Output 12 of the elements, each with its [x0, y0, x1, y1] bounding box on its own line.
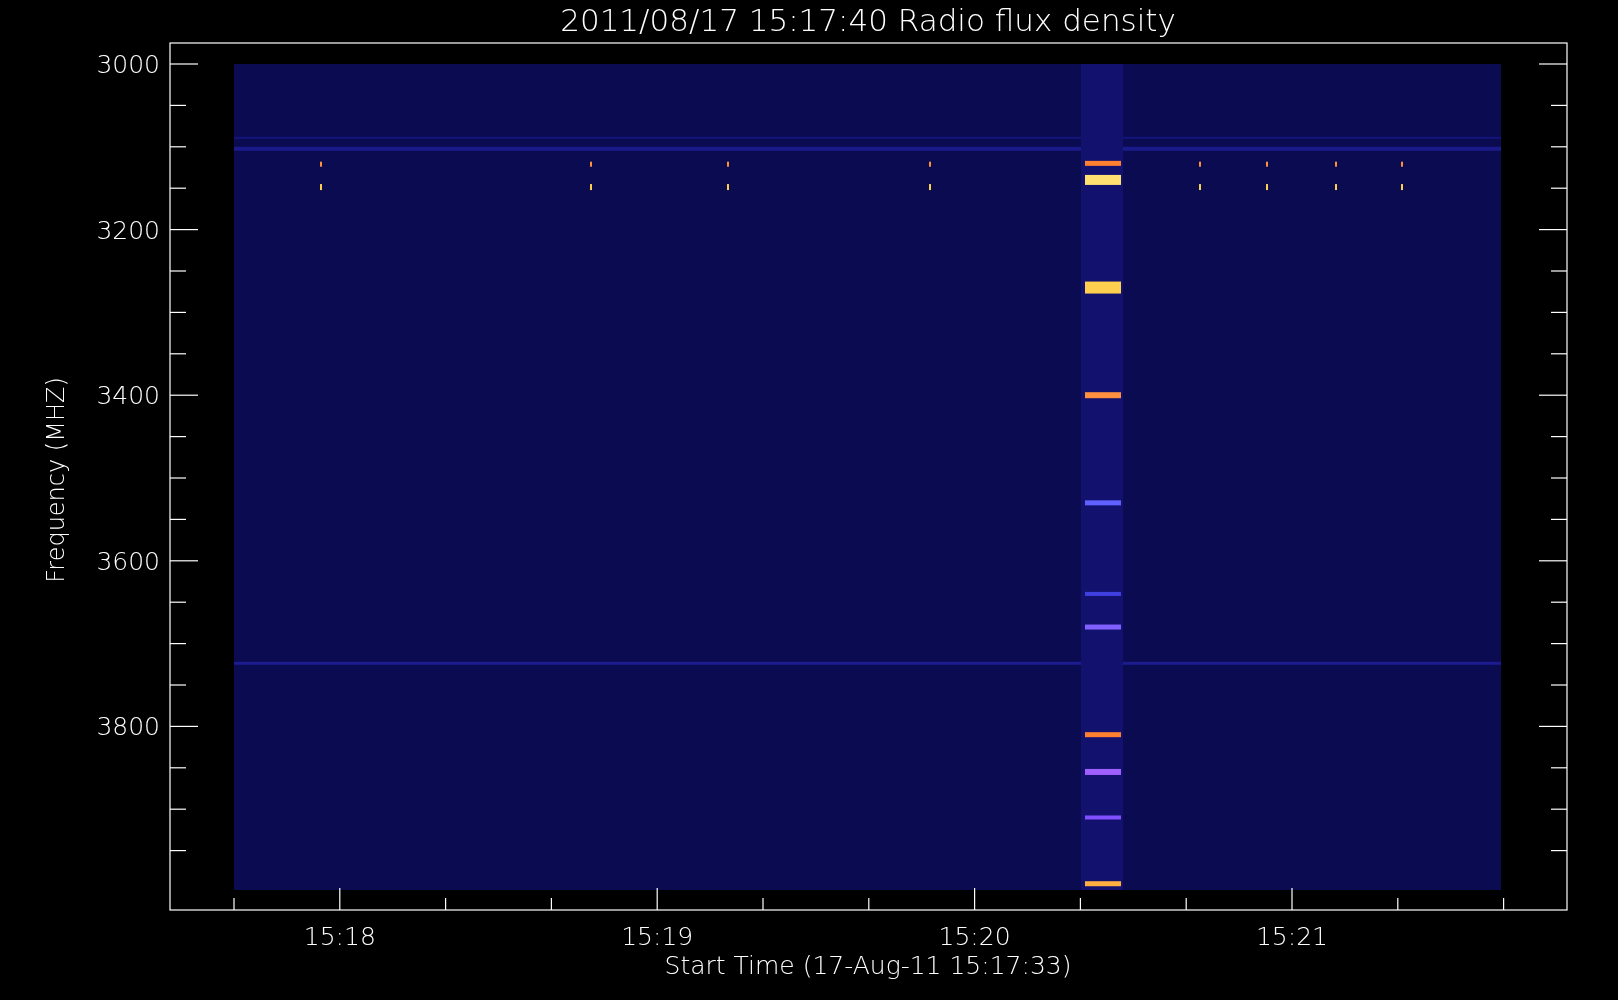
tick-label: 3800 [96, 712, 160, 742]
tick-label: 15:19 [621, 922, 694, 951]
axis-label: Start Time (17-Aug-11 15:17:33) [664, 951, 1072, 980]
tick-label: 3400 [96, 381, 160, 411]
axis-label: Frequency (MHZ) [42, 377, 70, 583]
tick-label: 15:21 [1256, 922, 1328, 951]
tick-label: 15:20 [938, 922, 1011, 951]
tick-label: 3600 [96, 546, 160, 576]
tick-label: 3000 [96, 50, 160, 79]
tick-label: 3200 [96, 215, 160, 245]
chart-title: 2011/08/17 15:17:40 Radio flux density [560, 2, 1176, 38]
tick-label: 15:18 [303, 922, 376, 951]
